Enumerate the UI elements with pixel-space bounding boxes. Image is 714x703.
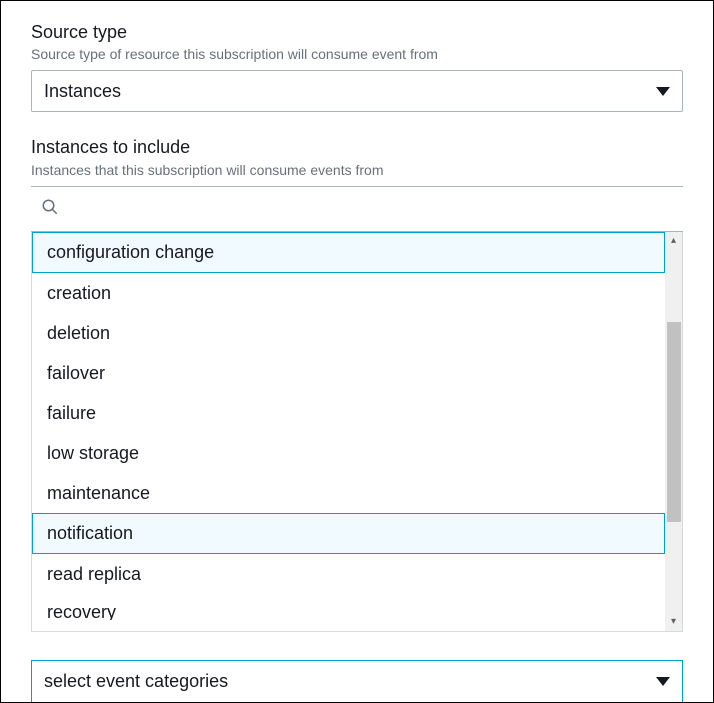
scroll-thumb[interactable] bbox=[667, 322, 681, 522]
option-notification[interactable]: notification bbox=[32, 513, 665, 554]
option-configuration-change[interactable]: configuration change bbox=[32, 232, 665, 273]
source-type-group: Source type Source type of resource this… bbox=[31, 21, 683, 112]
option-failure[interactable]: failure bbox=[32, 393, 665, 433]
source-type-value: Instances bbox=[44, 81, 121, 102]
option-recovery[interactable]: recovery bbox=[32, 594, 665, 620]
scroll-down-icon[interactable]: ▾ bbox=[665, 613, 682, 631]
scrollbar[interactable]: ▴ ▾ bbox=[665, 232, 683, 632]
dropdown-wrapper: configuration change creation deletion f… bbox=[31, 232, 683, 632]
event-categories-select[interactable]: select event categories bbox=[31, 660, 683, 702]
scroll-up-icon[interactable]: ▴ bbox=[665, 232, 682, 250]
options-list[interactable]: configuration change creation deletion f… bbox=[31, 232, 665, 632]
search-icon bbox=[41, 198, 59, 219]
search-box[interactable] bbox=[31, 186, 683, 232]
event-categories-wrapper: select event categories bbox=[31, 660, 683, 702]
instances-include-description: Instances that this subscription will co… bbox=[31, 162, 683, 178]
option-read-replica[interactable]: read replica bbox=[32, 554, 665, 594]
form-container: Source type Source type of resource this… bbox=[0, 0, 714, 703]
event-categories-placeholder: select event categories bbox=[44, 671, 228, 692]
option-deletion[interactable]: deletion bbox=[32, 313, 665, 353]
chevron-down-icon bbox=[656, 677, 670, 686]
option-low-storage[interactable]: low storage bbox=[32, 433, 665, 473]
instances-include-label: Instances to include bbox=[31, 136, 683, 159]
instances-include-group: Instances to include Instances that this… bbox=[31, 136, 683, 631]
chevron-down-icon bbox=[656, 87, 670, 96]
option-failover[interactable]: failover bbox=[32, 353, 665, 393]
option-creation[interactable]: creation bbox=[32, 273, 665, 313]
option-maintenance[interactable]: maintenance bbox=[32, 473, 665, 513]
source-type-label: Source type bbox=[31, 21, 683, 44]
search-input[interactable] bbox=[59, 200, 673, 218]
dropdown-panel: configuration change creation deletion f… bbox=[31, 232, 683, 632]
source-type-select[interactable]: Instances bbox=[31, 70, 683, 112]
source-type-description: Source type of resource this subscriptio… bbox=[31, 46, 683, 62]
